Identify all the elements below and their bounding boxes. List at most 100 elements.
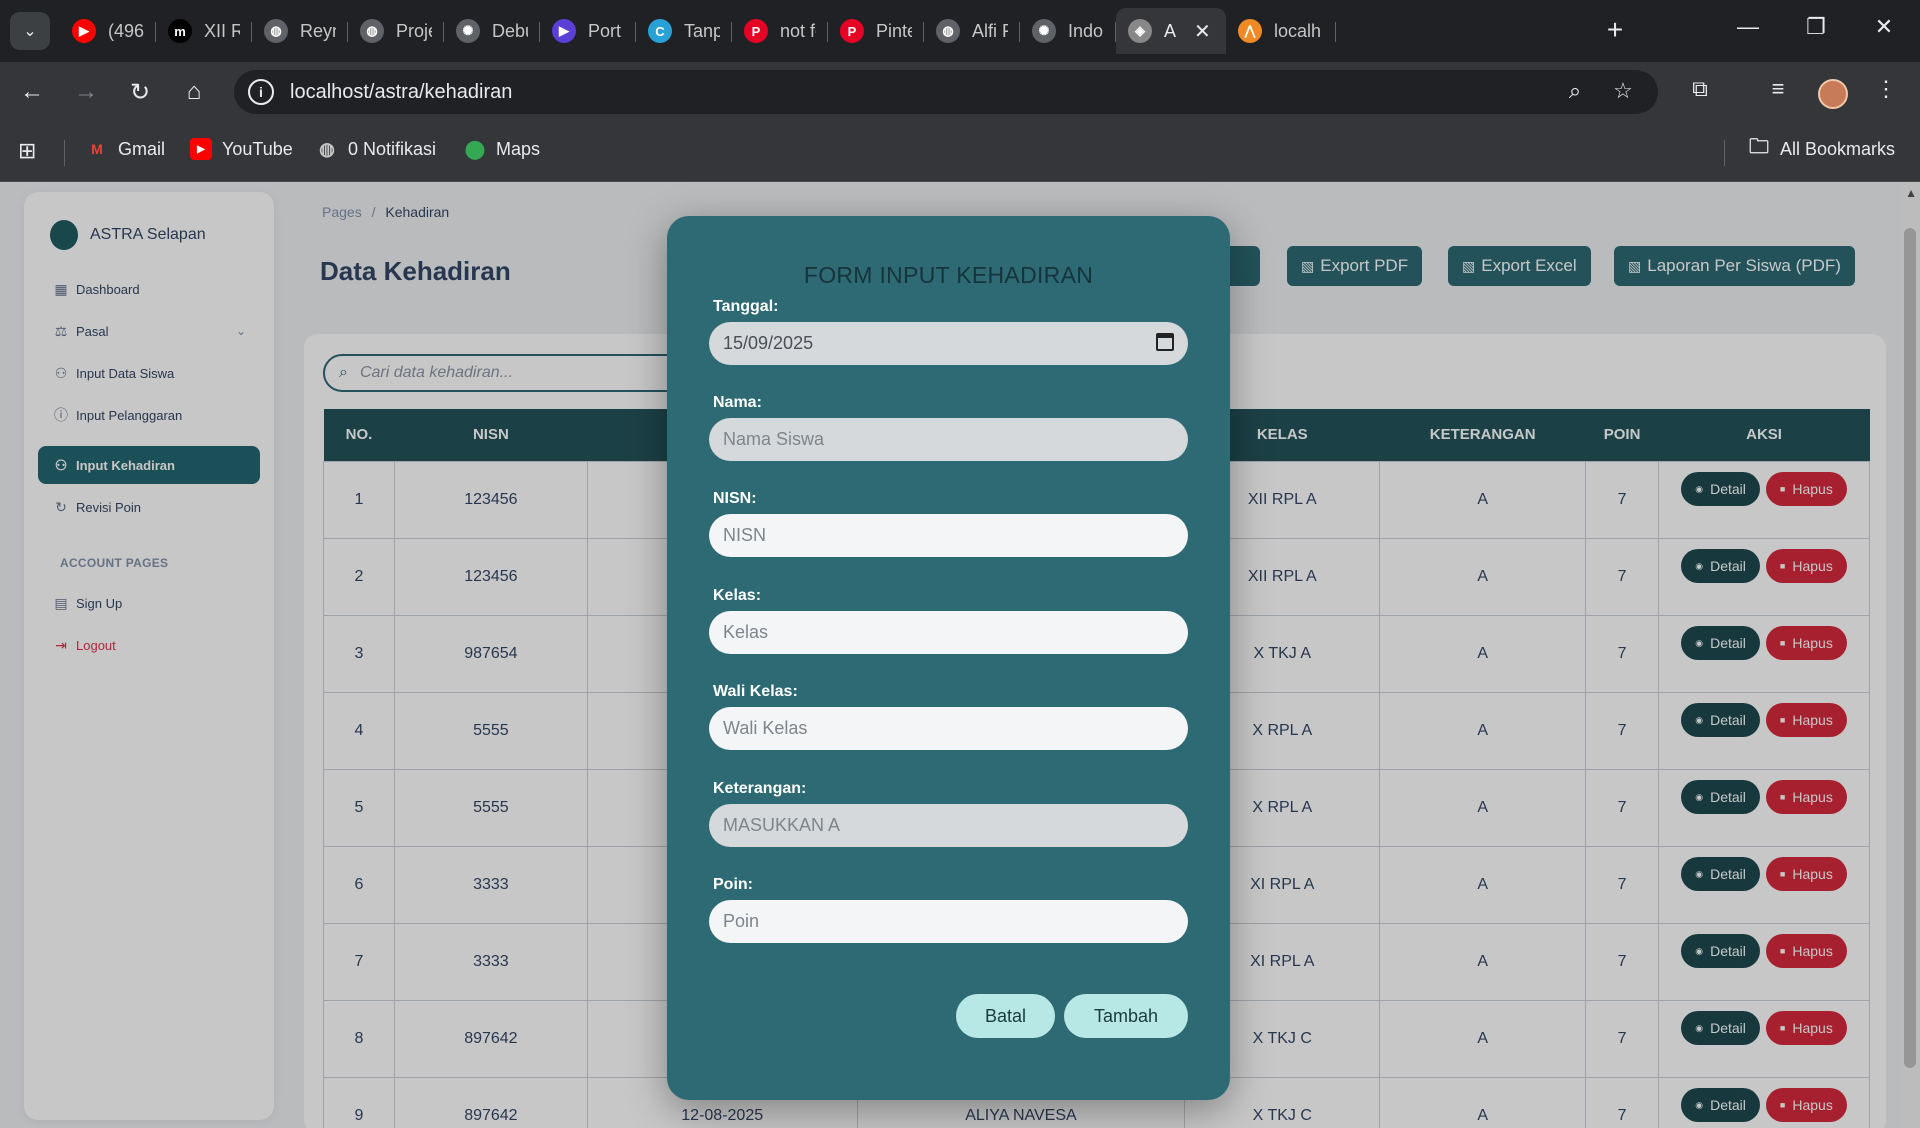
browser-tab[interactable]: C Tanpa [636, 8, 732, 54]
globe-icon: ◍ [319, 138, 335, 159]
tab-title: Debug [492, 20, 528, 41]
keterangan-placeholder: MASUKKAN A [723, 815, 841, 835]
browser-tab[interactable]: P Pinter [828, 8, 924, 54]
tab-title: Indon [1068, 20, 1104, 41]
site-info-icon[interactable]: i [248, 79, 274, 105]
nisn-placeholder: NISN [723, 525, 767, 545]
zoom-icon[interactable]: ⌕ [1560, 78, 1590, 104]
m-logo-icon: m [168, 19, 192, 43]
tab-title: Tanpa [684, 20, 720, 41]
nama-input[interactable]: Nama Siswa [709, 418, 1188, 461]
reload-button[interactable]: ↻ [122, 74, 158, 110]
poin-label: Poin: [713, 876, 753, 893]
kelas-input[interactable]: Kelas [709, 611, 1188, 654]
wali-kelas-placeholder: Wali Kelas [723, 718, 808, 738]
browser-tab[interactable]: m XII RPL [156, 8, 252, 54]
browser-tab[interactable]: ⋀ localh [1226, 8, 1336, 54]
bookmark-notifikasi[interactable]: ◍ 0 Notifikasi [316, 138, 436, 160]
bookmark-label: 0 Notifikasi [348, 138, 437, 159]
tanggal-label: Tanggal: [713, 298, 779, 315]
restore-button[interactable]: ❐ [1796, 14, 1836, 40]
tab-title: Pinter [876, 20, 912, 41]
close-window-button[interactable]: ✕ [1864, 14, 1904, 40]
browser-tab[interactable]: Pnot fo [732, 8, 828, 54]
arrow-right-icon: → [74, 78, 98, 105]
browser-tab[interactable]: ◈ A ✕ [1116, 8, 1226, 54]
wali-kelas-input[interactable]: Wali Kelas [709, 707, 1188, 750]
browser-tab[interactable]: ▶ (4962) [60, 8, 156, 54]
tab-title: Port fo [588, 20, 624, 41]
browser-tab[interactable]: ◍ Reyna [252, 8, 348, 54]
batal-button[interactable]: Batal [956, 994, 1055, 1038]
app-icon: ◈ [1128, 19, 1152, 43]
bookmarks-divider [64, 140, 65, 166]
chevron-down-icon: ⌄ [23, 23, 37, 40]
bookmark-youtube[interactable]: ▶ YouTube [190, 138, 293, 160]
more-menu-icon[interactable]: ⋮ [1870, 76, 1902, 102]
home-icon: ⌂ [186, 78, 202, 105]
globe-icon: ◍ [264, 19, 288, 43]
tab-title: not fo [780, 20, 816, 41]
poin-input[interactable]: Poin [709, 900, 1188, 943]
browser-tab[interactable]: ◍ Alfi Fi [924, 8, 1020, 54]
gmail-icon: M [91, 141, 103, 157]
globe-icon: ◍ [936, 19, 960, 43]
pinterest-icon: P [840, 19, 864, 43]
tab-list: ▶ (4962) m XII RPL ◍ Reyna ◍ Projek ✺ Debug ▶ Port … [60, 8, 1336, 54]
form-input-kehadiran-modal: FORM INPUT KEHADIRAN Tanggal: 15/09/2025… [667, 216, 1230, 1100]
browser-tab[interactable]: ◍ Projek [348, 8, 444, 54]
tab-title: XII RPL [204, 20, 240, 41]
bookmark-star-icon[interactable]: ☆ [1608, 78, 1638, 104]
bookmarks-bar: ⊞ M Gmail ▶ YouTube ◍ 0 Notifikasi ⬤ Map… [0, 122, 1920, 182]
tab-title: Alfi Fi [972, 20, 1008, 41]
minimize-button[interactable]: — [1728, 14, 1768, 40]
profile-avatar[interactable] [1818, 79, 1848, 109]
folder-icon: 🗀 [1749, 136, 1769, 158]
all-bookmarks[interactable]: 🗀 All Bookmarks [1748, 136, 1896, 160]
new-tab-button[interactable]: + [1598, 14, 1632, 46]
tab-title: Reyna [300, 20, 336, 41]
media-control-icon[interactable]: ≡ [1762, 76, 1794, 102]
all-bookmarks-label: All Bookmarks [1780, 138, 1896, 159]
browser-tab[interactable]: ✺ Debug [444, 8, 540, 54]
kelas-placeholder: Kelas [723, 622, 769, 642]
poin-placeholder: Poin [723, 911, 760, 931]
keterangan-label: Keterangan: [713, 780, 807, 797]
forward-button[interactable]: → [68, 74, 104, 110]
nisn-input[interactable]: NISN [709, 514, 1188, 557]
url-text[interactable]: localhost/astra/kehadiran [290, 81, 512, 104]
tab-title: Projek [396, 20, 432, 41]
address-bar[interactable]: i localhost/astra/kehadiran ⌕ ☆ [234, 70, 1658, 114]
bookmark-gmail[interactable]: M Gmail [86, 138, 165, 160]
bookmark-label: Maps [496, 138, 541, 159]
nama-label: Nama: [713, 394, 762, 411]
browser-tab[interactable]: ▶ Port fo [540, 8, 636, 54]
keterangan-input[interactable]: MASUKKAN A [709, 804, 1188, 847]
back-button[interactable]: ← [14, 74, 50, 110]
youtube-icon: ▶ [72, 19, 96, 43]
tambah-submit-button[interactable]: Tambah [1064, 994, 1188, 1038]
tab-close-icon[interactable]: ✕ [1194, 19, 1211, 44]
tanggal-date-input[interactable]: 15/09/2025 [709, 322, 1188, 365]
extensions-icon[interactable]: ⧉ [1684, 76, 1716, 102]
arrow-left-icon: ← [20, 78, 44, 105]
apps-grid-icon[interactable]: ⊞ [18, 138, 36, 164]
browser-tab[interactable]: ✺ Indon [1020, 8, 1116, 54]
openai-icon: ✺ [1032, 19, 1056, 43]
tab-strip: ⌄ ▶ (4962) m XII RPL ◍ Reyna ◍ Projek ✺ Debug ▶ Por… [0, 0, 1920, 62]
xampp-icon: ⋀ [1238, 19, 1262, 43]
bookmark-maps[interactable]: ⬤ Maps [464, 138, 540, 160]
kelas-label: Kelas: [713, 587, 762, 604]
home-button[interactable]: ⌂ [176, 74, 212, 110]
youtube-icon: ▶ [190, 138, 212, 160]
tab-title: A [1164, 20, 1177, 41]
calendar-icon[interactable] [1156, 333, 1174, 351]
globe-icon: ◍ [360, 19, 384, 43]
page-content: ASTRA Selapan ▦ Dashboard ⚖ Pasal ⌄ ⚇ In… [0, 182, 1920, 1128]
bookmarks-divider [1724, 140, 1725, 166]
reload-icon: ↻ [129, 78, 151, 106]
wali-kelas-label: Wali Kelas: [713, 683, 798, 700]
openai-icon: ✺ [456, 19, 480, 43]
maps-icon: ⬤ [464, 138, 486, 159]
tab-search-button[interactable]: ⌄ [10, 12, 50, 50]
